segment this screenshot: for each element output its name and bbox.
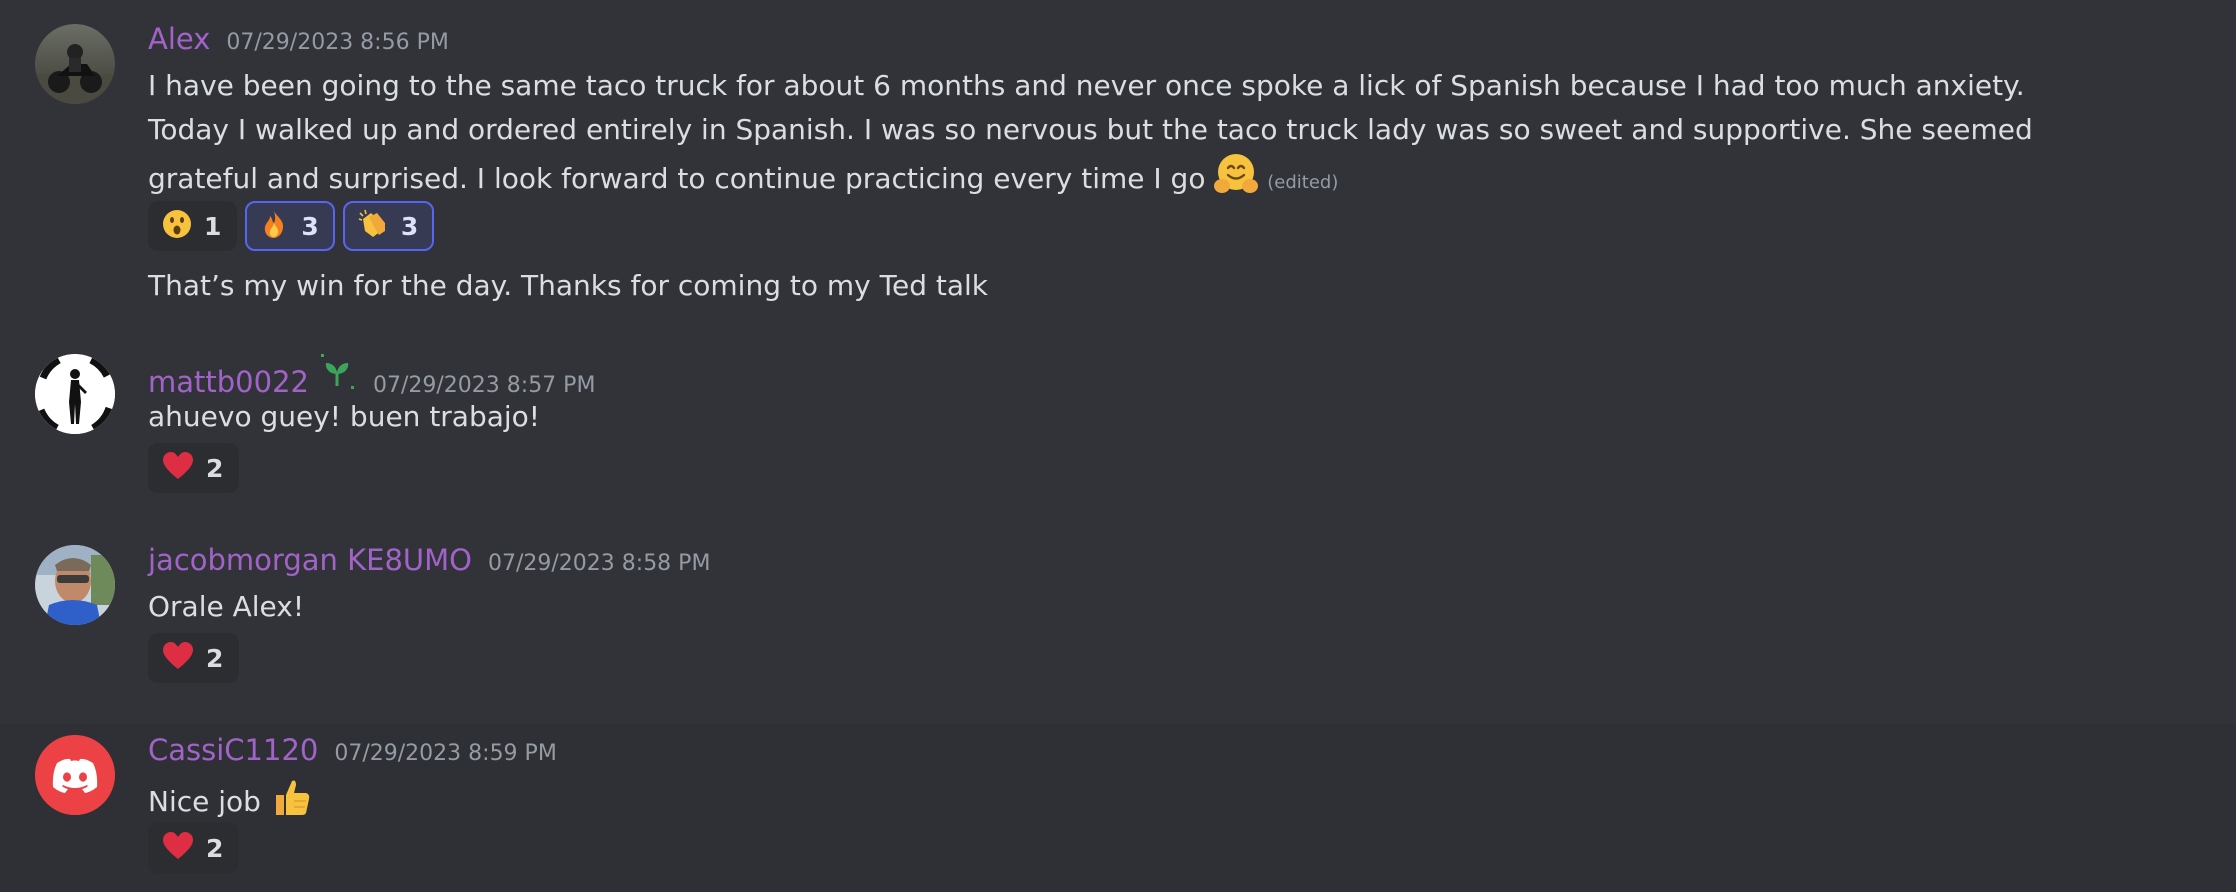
username[interactable]: jacobmorgan KE8UMO bbox=[148, 543, 472, 577]
red-heart-icon bbox=[162, 831, 194, 865]
reaction-clap[interactable]: 3 bbox=[342, 201, 435, 251]
username[interactable]: Alex bbox=[148, 22, 210, 56]
red-heart-icon bbox=[162, 641, 194, 675]
reaction-count: 1 bbox=[204, 211, 222, 241]
avatar[interactable] bbox=[35, 545, 115, 625]
timestamp: 07/29/2023 8:59 PM bbox=[334, 741, 557, 766]
message-text: Orale Alex! bbox=[148, 590, 305, 623]
reaction-heart[interactable]: 2 bbox=[148, 443, 240, 493]
username[interactable]: mattb0022 bbox=[148, 365, 309, 399]
avatar[interactable] bbox=[35, 24, 115, 104]
avatar[interactable] bbox=[35, 354, 115, 434]
avatar[interactable] bbox=[35, 735, 115, 815]
reaction-astonished[interactable]: 1 bbox=[148, 201, 238, 251]
message-text: I have been going to the same taco truck… bbox=[148, 64, 2108, 209]
sprout-badge-icon[interactable] bbox=[317, 352, 357, 396]
message-body: I have been going to the same taco truck… bbox=[148, 69, 2033, 195]
reaction-count: 2 bbox=[206, 833, 224, 863]
message-text: ahuevo guey! buen trabajo! bbox=[148, 400, 541, 433]
timestamp: 07/29/2023 8:56 PM bbox=[226, 30, 449, 55]
fire-icon bbox=[259, 209, 289, 243]
reaction-count: 2 bbox=[206, 643, 224, 673]
red-heart-icon bbox=[162, 451, 194, 485]
reaction-count: 2 bbox=[206, 453, 224, 483]
message-body: Nice job bbox=[148, 785, 261, 818]
clapping-hands-icon bbox=[357, 209, 389, 243]
reaction-count: 3 bbox=[400, 211, 419, 241]
edited-label: (edited) bbox=[1267, 172, 1339, 193]
reaction-heart[interactable]: 2 bbox=[148, 633, 240, 683]
followup-message-text: That’s my win for the day. Thanks for co… bbox=[148, 269, 988, 302]
reaction-fire[interactable]: 3 bbox=[245, 201, 335, 251]
hugging-face-emoji-icon bbox=[1214, 152, 1259, 209]
username[interactable]: CassiC1120 bbox=[148, 733, 318, 767]
message-text: Nice job bbox=[148, 775, 2108, 832]
thumbs-up-emoji-icon bbox=[270, 775, 314, 832]
reaction-count: 3 bbox=[301, 211, 319, 241]
reaction-heart[interactable]: 2 bbox=[148, 823, 240, 873]
astonished-face-icon bbox=[162, 209, 192, 243]
timestamp: 07/29/2023 8:58 PM bbox=[487, 551, 711, 576]
